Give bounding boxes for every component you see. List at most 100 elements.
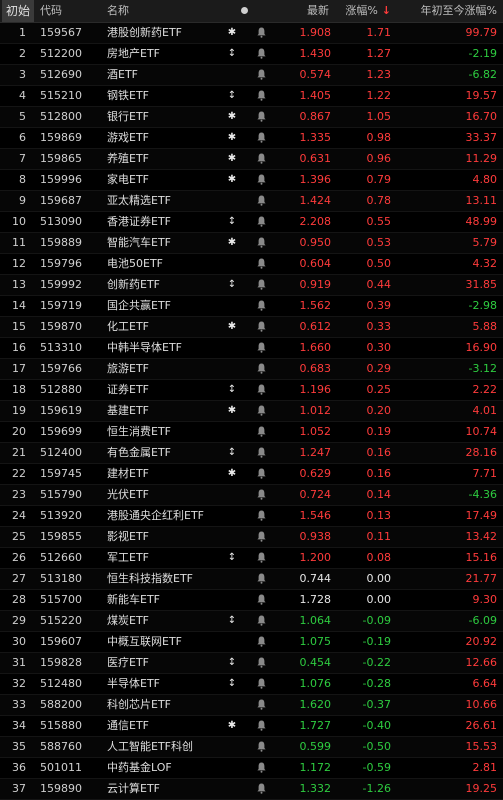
alert-bell-icon[interactable] [255,128,267,148]
table-row[interactable]: 20 159699 恒生消费ETF 1.052 0.19 10.74 [0,422,503,443]
alert-bell-icon[interactable] [255,548,267,568]
alert-bell-icon[interactable] [255,653,267,673]
table-row[interactable]: 35 588760 人工智能ETF科创 0.599 -0.50 15.53 [0,737,503,758]
table-row[interactable]: 15 159870 化工ETF ✱ 0.612 0.33 5.88 [0,317,503,338]
alert-bell-icon[interactable] [255,359,267,379]
row-price: 1.076 [299,677,332,690]
table-row[interactable]: 3 512690 酒ETF 0.574 1.23 -6.82 [0,65,503,86]
header-dot-icon[interactable] [241,0,249,22]
header-code[interactable]: 代码 [40,0,62,22]
header-ytd[interactable]: 年初至今涨幅% [421,0,497,22]
table-row[interactable]: 37 159890 云计算ETF 1.332 -1.26 19.25 [0,779,503,800]
table-row[interactable]: 18 512880 证券ETF ↕ 1.196 0.25 2.22 [0,380,503,401]
row-ytd: 28.16 [465,446,498,459]
row-change: 0.33 [366,320,392,333]
alert-bell-icon[interactable] [255,779,267,799]
table-row[interactable]: 26 512660 军工ETF ↕ 1.200 0.08 15.16 [0,548,503,569]
row-price: 0.599 [299,740,332,753]
table-row[interactable]: 1 159567 港股创新药ETF ✱ 1.908 1.71 99.79 [0,23,503,44]
row-index: 18 [12,383,26,396]
table-row[interactable]: 31 159828 医疗ETF ↕ 0.454 -0.22 12.66 [0,653,503,674]
alert-bell-icon[interactable] [255,527,267,547]
row-name: 新能车ETF [107,593,160,606]
header-index-toggle[interactable]: 初始 [2,0,34,22]
table-row[interactable]: 24 513920 港股通央企红利ETF 1.546 0.13 17.49 [0,506,503,527]
row-ytd: 99.79 [465,26,498,39]
alert-bell-icon[interactable] [255,590,267,610]
table-row[interactable]: 17 159766 旅游ETF 0.683 0.29 -3.12 [0,359,503,380]
alert-bell-icon[interactable] [255,716,267,736]
alert-bell-icon[interactable] [255,317,267,337]
alert-bell-icon[interactable] [255,632,267,652]
alert-bell-icon[interactable] [255,275,267,295]
table-row[interactable]: 27 513180 恒生科技指数ETF 0.744 0.00 21.77 [0,569,503,590]
table-row[interactable]: 2 512200 房地产ETF ↕ 1.430 1.27 -2.19 [0,44,503,65]
row-change: 1.22 [366,89,392,102]
table-row[interactable]: 16 513310 中韩半导体ETF 1.660 0.30 16.90 [0,338,503,359]
row-code: 515220 [40,614,82,627]
alert-bell-icon[interactable] [255,170,267,190]
table-row[interactable]: 21 512400 有色金属ETF ↕ 1.247 0.16 28.16 [0,443,503,464]
table-row[interactable]: 22 159745 建材ETF ✱ 0.629 0.16 7.71 [0,464,503,485]
alert-bell-icon[interactable] [255,569,267,589]
row-price: 1.332 [299,782,332,795]
alert-bell-icon[interactable] [255,338,267,358]
header-price[interactable]: 最新 [307,0,329,22]
table-row[interactable]: 5 512800 银行ETF ✱ 0.867 1.05 16.70 [0,107,503,128]
row-code: 159796 [40,257,82,270]
table-row[interactable]: 36 501011 中药基金LOF 1.172 -0.59 2.81 [0,758,503,779]
table-row[interactable]: 28 515700 新能车ETF 1.728 0.00 9.30 [0,590,503,611]
table-row[interactable]: 29 515220 煤炭ETF ↕ 1.064 -0.09 -6.09 [0,611,503,632]
row-ytd: 12.66 [465,656,498,669]
alert-bell-icon[interactable] [255,107,267,127]
alert-bell-icon[interactable] [255,149,267,169]
alert-bell-icon[interactable] [255,380,267,400]
table-row[interactable]: 23 515790 光伏ETF 0.724 0.14 -4.36 [0,485,503,506]
alert-bell-icon[interactable] [255,254,267,274]
table-row[interactable]: 6 159869 游戏ETF ✱ 1.335 0.98 33.37 [0,128,503,149]
table-row[interactable]: 33 588200 科创芯片ETF 1.620 -0.37 10.66 [0,695,503,716]
alert-bell-icon[interactable] [255,86,267,106]
row-price: 0.631 [299,152,332,165]
table-row[interactable]: 11 159889 智能汽车ETF ✱ 0.950 0.53 5.79 [0,233,503,254]
alert-bell-icon[interactable] [255,485,267,505]
row-price: 1.247 [299,446,332,459]
table-row[interactable]: 30 159607 中概互联网ETF 1.075 -0.19 20.92 [0,632,503,653]
alert-bell-icon[interactable] [255,674,267,694]
alert-bell-icon[interactable] [255,401,267,421]
table-row[interactable]: 34 515880 通信ETF ✱ 1.727 -0.40 26.61 [0,716,503,737]
alert-bell-icon[interactable] [255,443,267,463]
table-row[interactable]: 32 512480 半导体ETF ↕ 1.076 -0.28 6.64 [0,674,503,695]
table-row[interactable]: 25 159855 影视ETF 0.938 0.11 13.42 [0,527,503,548]
alert-bell-icon[interactable] [255,506,267,526]
row-change: 0.08 [366,551,392,564]
alert-bell-icon[interactable] [255,212,267,232]
alert-bell-icon[interactable] [255,611,267,631]
alert-bell-icon[interactable] [255,233,267,253]
alert-bell-icon[interactable] [255,758,267,778]
alert-bell-icon[interactable] [255,422,267,442]
table-row[interactable]: 9 159687 亚太精选ETF 1.424 0.78 13.11 [0,191,503,212]
table-row[interactable]: 13 159992 创新药ETF ↕ 0.919 0.44 31.85 [0,275,503,296]
alert-bell-icon[interactable] [255,464,267,484]
row-name: 创新药ETF [107,278,160,291]
table-row[interactable]: 4 515210 钢铁ETF ↕ 1.405 1.22 19.57 [0,86,503,107]
header-name[interactable]: 名称 [107,0,129,22]
table-row[interactable]: 19 159619 基建ETF ✱ 1.012 0.20 4.01 [0,401,503,422]
table-row[interactable]: 12 159796 电池50ETF 0.604 0.50 4.32 [0,254,503,275]
alert-bell-icon[interactable] [255,44,267,64]
table-row[interactable]: 8 159996 家电ETF ✱ 1.396 0.79 4.80 [0,170,503,191]
alert-bell-icon[interactable] [255,296,267,316]
alert-bell-icon[interactable] [255,191,267,211]
alert-bell-icon[interactable] [255,695,267,715]
table-row[interactable]: 7 159865 养殖ETF ✱ 0.631 0.96 11.29 [0,149,503,170]
alert-bell-icon[interactable] [255,737,267,757]
header-change-sort[interactable]: 涨幅% ↓ [345,0,391,22]
row-change: 0.79 [366,173,392,186]
row-index: 17 [12,362,26,375]
table-row[interactable]: 10 513090 香港证券ETF ↕ 2.208 0.55 48.99 [0,212,503,233]
table-row[interactable]: 14 159719 国企共赢ETF 1.562 0.39 -2.98 [0,296,503,317]
alert-bell-icon[interactable] [255,65,267,85]
alert-bell-icon[interactable] [255,23,267,43]
margin-arrows-icon: ↕ [227,447,237,458]
